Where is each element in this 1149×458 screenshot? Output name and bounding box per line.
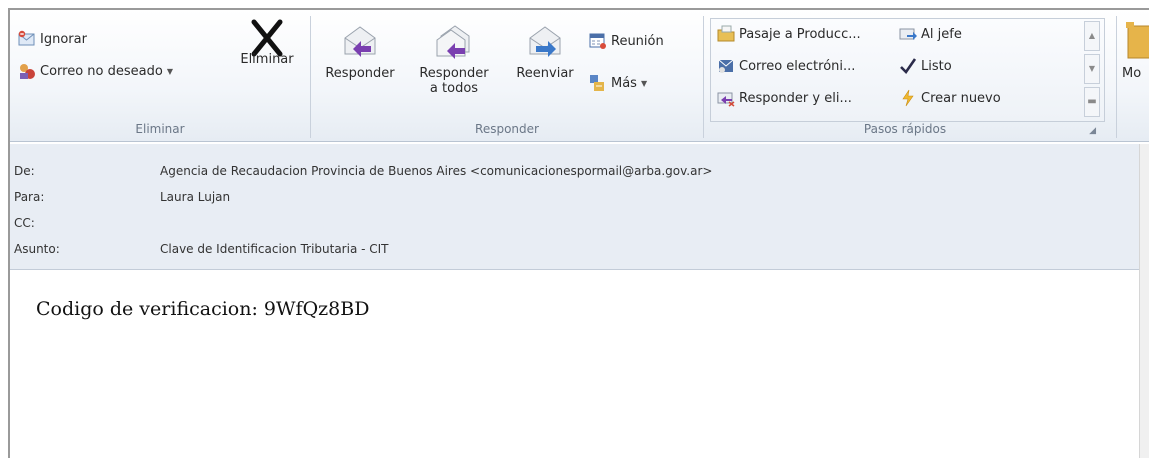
mas-button[interactable]: Más ▼ [589,74,647,92]
eliminar-label: Eliminar [240,52,294,67]
reunion-label: Reunión [611,33,664,49]
sender-address[interactable]: Agencia de Recaudacion Provincia de Buen… [160,164,712,178]
group-label-eliminar: Eliminar [135,122,185,136]
group-eliminar: Ignorar Correo no deseado ▼ Eliminar Eli… [10,10,310,140]
responder-a-todos-button[interactable]: Responder a todos [409,22,499,96]
correo-no-deseado-label: Correo no deseado [40,63,163,79]
body-text: Codigo de verificacion: 9WfQz8BD [36,298,370,320]
cc-label: CC: [14,216,35,230]
responder-a-todos-label-2: a todos [429,81,479,96]
junk-mail-icon [18,62,36,80]
responder-label: Responder [325,66,395,81]
dialog-launcher-icon[interactable]: ◢ [1089,126,1096,136]
subject-text: Clave de Identificacion Tributaria - CIT [160,242,389,256]
reply-all-icon [435,22,473,60]
para-label: Para: [14,190,45,204]
reenviar-button[interactable]: Reenviar [507,22,583,81]
outlook-message-window: Ignorar Correo no deseado ▼ Eliminar Eli… [8,8,1149,458]
recipient-address[interactable]: Laura Lujan [160,190,230,204]
chevron-down-icon: ▼ [166,66,173,76]
mover-button[interactable]: Mo [1122,20,1149,81]
eliminar-button[interactable]: Eliminar [228,18,306,79]
responder-a-todos-label-1: Responder [419,66,489,81]
ribbon: Ignorar Correo no deseado ▼ Eliminar Eli… [10,10,1149,142]
message-body: Codigo de verificacion: 9WfQz8BD [10,272,1149,458]
reunion-button[interactable]: Reunión [589,32,664,50]
ignorar-label: Ignorar [40,31,87,47]
message-header: De: Agencia de Recaudacion Provincia de … [10,144,1149,270]
ignore-envelope-icon [18,30,36,48]
chevron-down-icon: ▼ [640,78,648,88]
move-folder-icon [1126,20,1149,60]
group-responder: Responder Responder a todos Reenviar Reu… [311,10,703,140]
group-divider [1116,16,1117,138]
mover-label: Mo [1122,66,1142,81]
ignorar-button[interactable]: Ignorar [18,30,87,48]
meeting-calendar-icon [589,32,607,50]
group-label-pasos-rapidos: Pasos rápidos [863,122,947,136]
forward-icon [526,22,564,60]
more-actions-icon [589,74,607,92]
correo-no-deseado-button[interactable]: Correo no deseado ▼ [18,62,173,80]
vertical-scrollbar[interactable] [1139,144,1149,458]
reply-icon [341,22,379,60]
group-label-responder: Responder [475,122,539,136]
mas-label: Más [611,75,637,91]
group-pasos-rapidos: Pasos rápidos ◢ [704,10,1106,140]
asunto-label: Asunto: [14,242,60,256]
responder-button[interactable]: Responder [321,22,399,81]
de-label: De: [14,164,35,178]
reenviar-label: Reenviar [516,66,574,81]
